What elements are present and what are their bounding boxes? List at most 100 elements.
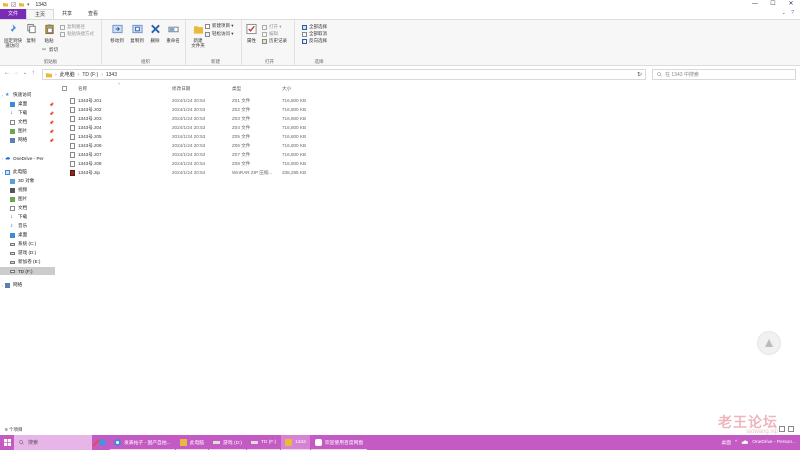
nav-3d-objects[interactable]: 3D 对象	[0, 177, 60, 185]
delete-button[interactable]: 删除	[149, 23, 161, 43]
nav-videos[interactable]: 视频	[0, 186, 60, 194]
select-none-button[interactable]: 全部取消	[302, 31, 327, 37]
taskbar-app-browser[interactable]: 发表帖子 - 国产自拍...	[110, 435, 175, 450]
browser-pinned-icon[interactable]	[99, 439, 106, 446]
start-button[interactable]	[0, 435, 14, 450]
file-row[interactable]: 1343号.z08 2024/1/24 20:54 Z08 文件 716,800…	[62, 160, 322, 168]
breadcrumb-drive[interactable]: TD (F:)	[82, 72, 98, 78]
nav-quick-access[interactable]: › ★ 快速访问	[0, 91, 60, 99]
select-all-button[interactable]: 全部选择	[302, 24, 327, 30]
history-icon	[262, 38, 267, 44]
tab-file[interactable]: 文件	[0, 9, 27, 19]
open-button[interactable]: 打开 ▾	[262, 24, 282, 30]
nav-music[interactable]: ♪ 音乐	[0, 222, 60, 230]
tab-home[interactable]: 主页	[26, 9, 55, 19]
refresh-button[interactable]: ↻	[637, 71, 642, 78]
taskbar-app-1343[interactable]: 1343	[281, 435, 310, 450]
taskbar-app-drive-d[interactable]: 游戏 (D:)	[209, 435, 246, 450]
tab-share[interactable]: 共享	[54, 9, 80, 19]
file-row[interactable]: 1343号.z03 2024/1/24 20:53 Z03 文件 716,800…	[62, 115, 322, 123]
search-box[interactable]: 在 1343 中搜索	[652, 69, 796, 80]
copy-icon	[26, 23, 36, 34]
taskbar-app-this-pc[interactable]: 此电脑	[175, 435, 209, 450]
nav-network[interactable]: › 网络	[0, 281, 60, 289]
up-button[interactable]: ↑	[29, 70, 37, 76]
breadcrumb-folder[interactable]: 1343	[106, 72, 117, 78]
help-icon[interactable]: ?	[791, 10, 794, 16]
back-button[interactable]: ←	[3, 70, 11, 76]
pin-quick-access-button[interactable]: 固定到快 速访问	[4, 23, 22, 48]
taskbar-search-placeholder: 搜索	[28, 440, 39, 446]
tray-desktop-label[interactable]: 桌面	[721, 439, 731, 446]
select-all-checkbox[interactable]	[62, 86, 67, 91]
file-row[interactable]: 1343号.z02 2024/1/24 20:53 Z02 文件 716,800…	[62, 106, 322, 114]
file-row[interactable]: 1343号.z01 2024/1/24 20:54 Z01 文件 716,800…	[62, 97, 322, 105]
new-item-button[interactable]: 新建项目 ▾	[205, 23, 234, 29]
edit-button[interactable]: 编辑	[262, 31, 278, 37]
file-size: 716,800 KB	[282, 143, 307, 148]
nav-onedrive[interactable]: › OneDrive - Per	[0, 154, 60, 162]
nav-this-pc[interactable]: › 此电脑	[0, 168, 60, 176]
file-row[interactable]: 1343号.z04 2024/1/24 20:53 Z04 文件 716,800…	[62, 124, 322, 132]
address-field[interactable]: › 此电脑 › TD (F:) › 1343 ⌄	[42, 69, 646, 80]
nav-downloads[interactable]: ↓ 下载	[0, 213, 60, 221]
copy-button[interactable]: 复制	[24, 23, 38, 43]
maximize-button[interactable]: ☐	[764, 0, 782, 9]
ribbon-collapse-button[interactable]: ⌄	[782, 10, 786, 16]
easy-access-button[interactable]: 轻松访问 ▾	[205, 31, 234, 37]
nav-documents-pinned[interactable]: 文档 📌	[0, 118, 60, 126]
nav-pictures[interactable]: 图片	[0, 195, 60, 203]
quick-access-dropdown[interactable]: ▾	[27, 2, 30, 8]
copy-path-button[interactable]: 复制路径	[60, 24, 85, 30]
new-folder-label: 新建 文件夹	[191, 38, 205, 48]
nav-desktop[interactable]: 桌面	[0, 231, 60, 239]
paste-button[interactable]: 粘贴	[42, 23, 56, 43]
nav-label: 网络	[13, 282, 23, 287]
properties-button[interactable]: 属性	[245, 23, 258, 43]
large-icons-view-icon[interactable]	[788, 426, 794, 432]
nav-downloads-pinned[interactable]: ↓ 下载 📌	[0, 109, 60, 117]
history-button[interactable]: 历史记录	[262, 38, 287, 44]
taskbar-app-drive-f[interactable]: TD (F:)	[246, 435, 281, 450]
breadcrumb-this-pc[interactable]: 此电脑	[60, 71, 75, 78]
taskbar-app-baidu-netdisk[interactable]: 欢迎使用百度网盘	[310, 435, 368, 450]
minimize-button[interactable]: —	[746, 0, 764, 9]
taskbar-app-label: 发表帖子 - 国产自拍...	[124, 440, 171, 446]
nav-pictures-pinned[interactable]: 图片 📌	[0, 127, 60, 135]
invert-selection-button[interactable]: 反向选择	[302, 38, 327, 44]
copy-to-button[interactable]: 复制到	[129, 23, 145, 43]
column-type[interactable]: 类型	[232, 84, 280, 93]
file-row[interactable]: 1343号.zip 2024/1/24 20:54 WinRAR ZIP 压缩.…	[62, 169, 322, 177]
nav-documents[interactable]: 文档	[0, 204, 60, 212]
floating-assistant-button[interactable]	[757, 331, 781, 355]
rename-button[interactable]: 重命名	[164, 23, 182, 43]
properties-quick-icon[interactable]	[11, 2, 16, 7]
breadcrumb-separator: ›	[101, 71, 103, 78]
file-row[interactable]: 1343号.z07 2024/1/24 20:53 Z07 文件 716,800…	[62, 151, 322, 159]
nav-drive-d[interactable]: 游戏 (D:)	[0, 249, 60, 257]
file-row[interactable]: 1343号.z06 2024/1/24 20:53 Z06 文件 716,800…	[62, 142, 322, 150]
paste-shortcut-button[interactable]: 粘贴快捷方式	[60, 31, 94, 37]
tray-onedrive-label[interactable]: OneDrive - Person...	[752, 440, 796, 445]
column-name[interactable]: 名称 ^	[78, 82, 170, 93]
taskbar-search[interactable]: 搜索	[14, 435, 92, 450]
cut-button[interactable]: ✂ 剪切	[42, 47, 58, 53]
file-row[interactable]: 1343号.z05 2024/1/24 20:53 Z05 文件 716,800…	[62, 133, 322, 141]
nav-drive-e[interactable]: 新加卷 (E:)	[0, 258, 60, 266]
nav-drive-f[interactable]: TD (F:)	[0, 267, 55, 275]
forward-button[interactable]: →	[12, 70, 20, 76]
nav-drive-c[interactable]: 系统 (C:)	[0, 240, 60, 248]
close-button[interactable]: ✕	[782, 0, 800, 9]
column-date[interactable]: 修改日期	[172, 84, 230, 93]
nav-desktop-pinned[interactable]: 桌面 📌	[0, 100, 60, 108]
recent-locations-button[interactable]: ⌄	[21, 70, 29, 76]
column-size[interactable]: 大小	[282, 84, 322, 93]
move-to-button[interactable]: 移动到	[109, 23, 125, 43]
nav-network-pinned[interactable]: 网络 📌	[0, 136, 60, 144]
tray-overflow-icon[interactable]: ^	[735, 440, 737, 445]
tab-view[interactable]: 查看	[80, 9, 106, 19]
file-type: Z06 文件	[232, 143, 251, 148]
details-view-icon[interactable]	[779, 426, 785, 432]
new-folder-quick-icon[interactable]	[19, 2, 24, 7]
cloud-icon[interactable]	[741, 440, 749, 445]
